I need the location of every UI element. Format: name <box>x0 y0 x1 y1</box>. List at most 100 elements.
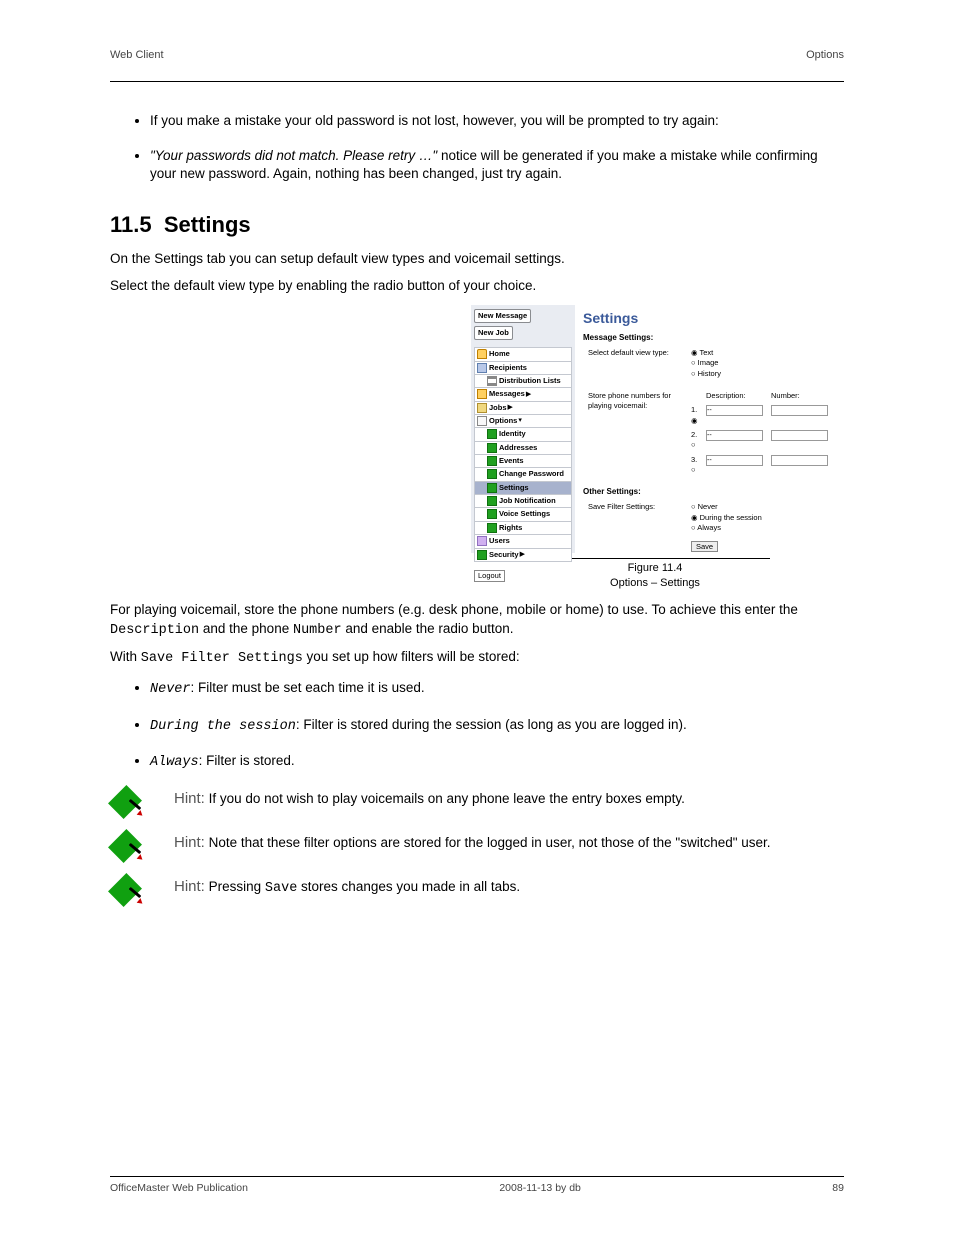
section-title: Settings <box>164 212 251 237</box>
sidebar-item-settings[interactable]: Settings <box>474 482 572 495</box>
hint-icon <box>110 833 146 861</box>
section-heading: 11.5 Settings <box>110 210 844 240</box>
code-term: Number <box>293 623 342 638</box>
footer-date: 2008-11-13 by db <box>499 1181 581 1195</box>
figure-settings: New Message New Job Home Recipients Dist… <box>470 304 844 554</box>
radio-session[interactable]: ◉ During the session <box>691 513 762 523</box>
radio-row2[interactable]: ○ <box>691 440 696 449</box>
settings-panel: Settings Message Settings: Select defaul… <box>575 305 841 553</box>
group-other-settings: Other Settings: <box>583 486 833 497</box>
col-number: Number: <box>768 390 831 402</box>
code-term: Save Filter Settings <box>141 651 303 666</box>
page-header-right: Options <box>806 48 844 63</box>
users-icon <box>477 536 487 546</box>
security-icon <box>477 550 487 560</box>
filter-instructions: With Save Filter Settings you set up how… <box>110 648 844 669</box>
hint-icon <box>110 789 146 817</box>
sidebar-item-messages[interactable]: Messages▶ <box>474 388 572 401</box>
list-item: During the session: Filter is stored dur… <box>150 716 844 737</box>
panel-title: Settings <box>583 309 833 328</box>
desc-input-3[interactable] <box>706 455 763 466</box>
label-save-filter: Save Filter Settings: <box>585 501 686 552</box>
group-message-settings: Message Settings: <box>583 332 833 343</box>
hint-label: Hint: <box>174 834 205 851</box>
hint-block: Hint: Note that these filter options are… <box>110 833 844 861</box>
row-num: 2. <box>691 430 697 439</box>
num-input-1[interactable] <box>771 405 828 416</box>
sidebar-item-events[interactable]: Events <box>474 455 572 468</box>
jobs-icon <box>477 403 487 413</box>
col-description: Description: <box>703 390 766 402</box>
new-job-button[interactable]: New Job <box>474 326 513 340</box>
sidebar-item-home[interactable]: Home <box>474 347 572 361</box>
sidebar-item-change-password[interactable]: Change Password <box>474 468 572 481</box>
chevron-right-icon: ▶ <box>526 391 531 398</box>
wrench-icon <box>487 469 497 479</box>
radio-row1[interactable]: ◉ <box>691 416 698 425</box>
sidebar-item-voice-settings[interactable]: Voice Settings <box>474 508 572 521</box>
desc-input-1[interactable] <box>706 405 763 416</box>
radio-image[interactable]: ○ Image <box>691 358 721 368</box>
num-input-2[interactable] <box>771 430 828 441</box>
radio-always[interactable]: ○ Always <box>691 523 762 533</box>
sidebar-item-users[interactable]: Users <box>474 535 572 548</box>
options-icon <box>477 416 487 426</box>
filter-options-list: Never: Filter must be set each time it i… <box>110 679 844 773</box>
hint-block: Hint: If you do not wish to play voicema… <box>110 789 844 817</box>
row-num: 1. <box>691 405 697 414</box>
home-icon <box>477 349 487 359</box>
code-term: Description <box>110 623 199 638</box>
sidebar-item-identity[interactable]: Identity <box>474 428 572 441</box>
page-footer: OfficeMaster Web Publication 2008-11-13 … <box>110 1176 844 1195</box>
radio-text[interactable]: ◉ Text <box>691 348 721 358</box>
option-label: During the session <box>150 719 296 734</box>
hint-label: Hint: <box>174 878 205 895</box>
header-rule <box>110 81 844 82</box>
password-notes-list: If you make a mistake your old password … <box>110 112 844 184</box>
desc-input-2[interactable] <box>706 430 763 441</box>
list-icon <box>487 376 497 386</box>
error-msg-text: "Your passwords did not match. Please re… <box>150 148 437 163</box>
list-item: Always: Filter is stored. <box>150 752 844 773</box>
list-item: If you make a mistake your old password … <box>150 112 844 131</box>
sidebar-item-job-notification[interactable]: Job Notification <box>474 495 572 508</box>
new-message-button[interactable]: New Message <box>474 309 531 323</box>
list-item: Never: Filter must be set each time it i… <box>150 679 844 700</box>
sidebar-item-addresses[interactable]: Addresses <box>474 442 572 455</box>
messages-icon <box>477 389 487 399</box>
chevron-right-icon: ▶ <box>508 404 513 411</box>
sidebar-item-security[interactable]: Security▶ <box>474 549 572 562</box>
wrench-icon <box>487 496 497 506</box>
sidebar-item-distribution-lists[interactable]: Distribution Lists <box>474 375 572 388</box>
wrench-icon <box>487 483 497 493</box>
wrench-icon <box>487 456 497 466</box>
hint-icon <box>110 877 146 905</box>
option-label: Always <box>150 755 199 770</box>
sidebar-item-recipients[interactable]: Recipients <box>474 362 572 375</box>
hint-text: Pressing Save stores changes you made in… <box>209 879 521 894</box>
label-store-numbers: Store phone numbers for playing voicemai… <box>585 390 686 476</box>
chevron-right-icon: ▶ <box>520 551 525 558</box>
sidebar-item-options[interactable]: Options▾ <box>474 415 572 428</box>
hint-block: Hint: Pressing Save stores changes you m… <box>110 877 844 905</box>
wrench-icon <box>487 443 497 453</box>
text: If you make a mistake your old password … <box>150 113 719 128</box>
chevron-down-icon: ▾ <box>518 417 522 424</box>
sidebar-item-rights[interactable]: Rights <box>474 522 572 535</box>
code-term: Save <box>265 881 297 896</box>
voicemail-instructions: For playing voicemail, store the phone n… <box>110 601 844 640</box>
save-button[interactable]: Save <box>691 541 718 552</box>
intro-para-2: Select the default view type by enabling… <box>110 277 844 296</box>
sidebar-item-jobs[interactable]: Jobs▶ <box>474 402 572 415</box>
hint-label: Hint: <box>174 790 205 807</box>
hint-text: Note that these filter options are store… <box>209 835 771 850</box>
hint-text: If you do not wish to play voicemails on… <box>209 791 685 806</box>
logout-button[interactable]: Logout <box>474 570 505 582</box>
num-input-3[interactable] <box>771 455 828 466</box>
radio-history[interactable]: ○ History <box>691 369 721 379</box>
radio-row3[interactable]: ○ <box>691 465 696 474</box>
row-num: 3. <box>691 455 697 464</box>
radio-never[interactable]: ○ Never <box>691 502 762 512</box>
page-header-left: Web Client <box>110 48 164 63</box>
footer-pub: OfficeMaster Web Publication <box>110 1181 248 1195</box>
